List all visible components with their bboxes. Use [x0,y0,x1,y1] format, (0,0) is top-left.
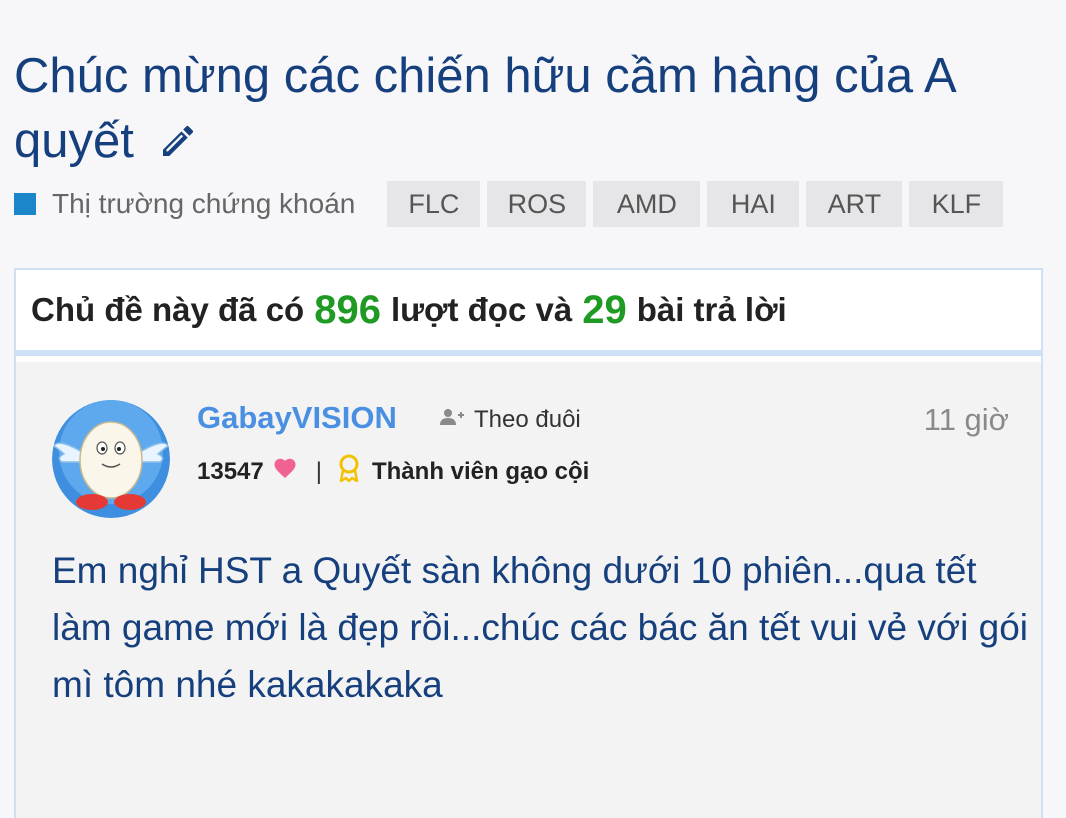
tag-ros[interactable]: ROS [487,181,587,227]
thread-stats: Chủ đề này đã có 896 lượt đọc và 29 bài … [16,270,1041,356]
user-plus-icon [440,406,474,434]
post-content: Em nghỉ HST a Quyết sàn không dưới 10 ph… [52,550,1029,705]
category-marker [14,193,36,215]
stats-prefix: Chủ đề này đã có [31,291,305,328]
category-link[interactable]: Thị trường chứng khoán [52,188,355,220]
thread-meta: Thị trường chứng khoán FLC ROS AMD HAI A… [14,181,1010,227]
follow-label: Theo đuôi [474,406,581,433]
pencil-icon[interactable] [158,113,198,178]
replies-count: 29 [582,287,627,332]
user-score: 13547 [197,457,264,485]
stats-suffix: bài trả lời [636,291,787,328]
views-count: 896 [314,287,381,332]
tag-klf[interactable]: KLF [909,181,1004,227]
thread-title-text: Chúc mừng các chiến hữu cầm hàng của A q… [14,49,954,168]
follow-button[interactable]: Theo đuôi [440,406,581,434]
user-info: 13547 | Thành viên gạo cội [197,454,589,489]
thread-card: Chủ đề này đã có 896 lượt đọc và 29 bài … [14,268,1043,818]
post-time: 11 giờ [923,402,1009,437]
tag-hai[interactable]: HAI [707,181,800,227]
post: GabayVISION Theo đuôi 11 giờ 13547 | Thà… [16,362,1041,818]
tag-flc[interactable]: FLC [387,181,481,227]
avatar[interactable] [52,400,170,518]
tag-art[interactable]: ART [806,181,903,227]
tag-amd[interactable]: AMD [593,181,701,227]
thread-title: Chúc mừng các chiến hữu cầm hàng của A q… [14,44,1044,178]
heart-icon [272,457,298,486]
post-username[interactable]: GabayVISION [197,400,397,436]
user-rank: Thành viên gạo cội [371,457,590,485]
stats-middle: lượt đọc và [390,291,573,328]
info-separator: | [315,457,322,485]
medal-icon [338,454,360,489]
